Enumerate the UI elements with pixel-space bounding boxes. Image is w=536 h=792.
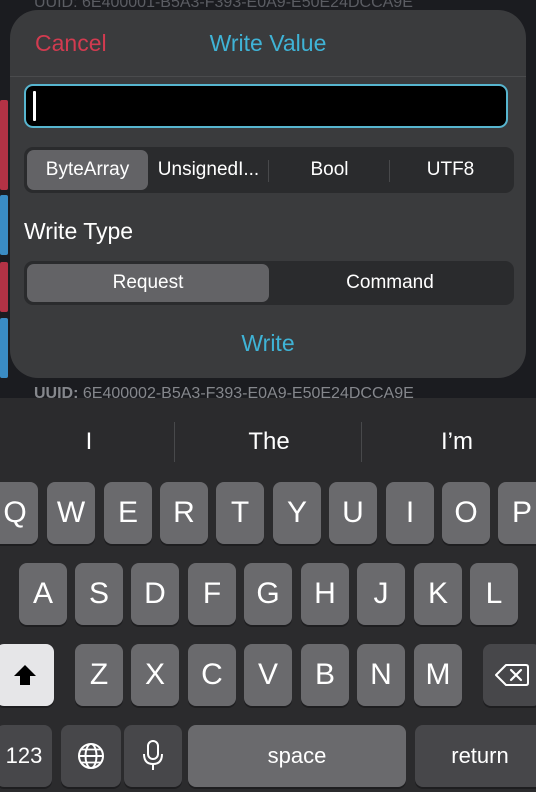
write-type-label: Write Type	[24, 218, 134, 244]
key-j[interactable]: J	[357, 563, 405, 625]
key-n[interactable]: N	[357, 644, 405, 706]
segment-label: Bool	[310, 159, 349, 180]
left-accent-bar	[0, 318, 8, 378]
key-m[interactable]: M	[414, 644, 462, 706]
delete-key[interactable]	[483, 644, 536, 706]
dialog-title: Write Value	[209, 30, 327, 56]
text-cursor	[33, 91, 36, 121]
segment-request[interactable]: Request	[27, 264, 269, 302]
key-s[interactable]: S	[75, 563, 123, 625]
segment-command[interactable]: Command	[269, 264, 511, 302]
key-g[interactable]: G	[244, 563, 292, 625]
key-p[interactable]: P	[498, 482, 536, 544]
key-z[interactable]: Z	[75, 644, 123, 706]
key-b[interactable]: B	[301, 644, 349, 706]
dictation-key[interactable]	[124, 725, 182, 787]
key-i[interactable]: I	[386, 482, 434, 544]
write-type-segmented-control: Request Command	[24, 261, 514, 305]
return-key[interactable]: return	[415, 725, 536, 787]
segment-bool[interactable]: Bool	[269, 150, 390, 190]
key-l[interactable]: L	[470, 563, 518, 625]
segment-utf8[interactable]: UTF8	[390, 150, 511, 190]
value-input[interactable]	[24, 84, 508, 128]
segment-unsigned-int[interactable]: UnsignedI...	[148, 150, 269, 190]
key-r[interactable]: R	[160, 482, 208, 544]
key-x[interactable]: X	[131, 644, 179, 706]
segment-bytearray[interactable]: ByteArray	[27, 150, 148, 190]
keyboard: I The I’m Q W E R T Y U I O P A S D F G …	[0, 398, 536, 792]
key-v[interactable]: V	[244, 644, 292, 706]
key-c[interactable]: C	[188, 644, 236, 706]
key-d[interactable]: D	[131, 563, 179, 625]
key-k[interactable]: K	[414, 563, 462, 625]
dialog-header: Cancel Write Value	[10, 10, 526, 76]
suggestion-3[interactable]: I’m	[368, 398, 536, 486]
key-e[interactable]: E	[104, 482, 152, 544]
left-accent-bar	[0, 195, 8, 255]
key-u[interactable]: U	[329, 482, 377, 544]
write-value-dialog: Cancel Write Value ByteArray UnsignedI..…	[10, 10, 526, 378]
microphone-icon	[143, 740, 163, 770]
write-button[interactable]: Write	[10, 330, 526, 357]
globe-icon	[78, 743, 104, 769]
space-key[interactable]: space	[188, 725, 406, 787]
globe-key[interactable]	[61, 725, 121, 787]
shift-key[interactable]	[0, 644, 54, 706]
left-accent-bar	[0, 100, 8, 190]
suggestion-divider	[174, 422, 175, 462]
key-t[interactable]: T	[216, 482, 264, 544]
suggestion-2[interactable]: The	[180, 398, 358, 486]
suggestion-1[interactable]: I	[0, 398, 178, 486]
key-y[interactable]: Y	[273, 482, 321, 544]
key-f[interactable]: F	[188, 563, 236, 625]
backspace-icon	[495, 664, 529, 686]
shift-arrow-icon	[14, 665, 36, 685]
key-a[interactable]: A	[19, 563, 67, 625]
header-divider	[10, 76, 526, 77]
data-type-segmented-control: ByteArray UnsignedI... Bool UTF8	[24, 147, 514, 193]
key-o[interactable]: O	[442, 482, 490, 544]
segment-label: UnsignedI...	[157, 159, 260, 180]
suggestion-divider	[361, 422, 362, 462]
numbers-key[interactable]: 123	[0, 725, 52, 787]
key-q[interactable]: Q	[0, 482, 38, 544]
key-h[interactable]: H	[301, 563, 349, 625]
left-accent-bar	[0, 262, 8, 312]
key-w[interactable]: W	[47, 482, 95, 544]
